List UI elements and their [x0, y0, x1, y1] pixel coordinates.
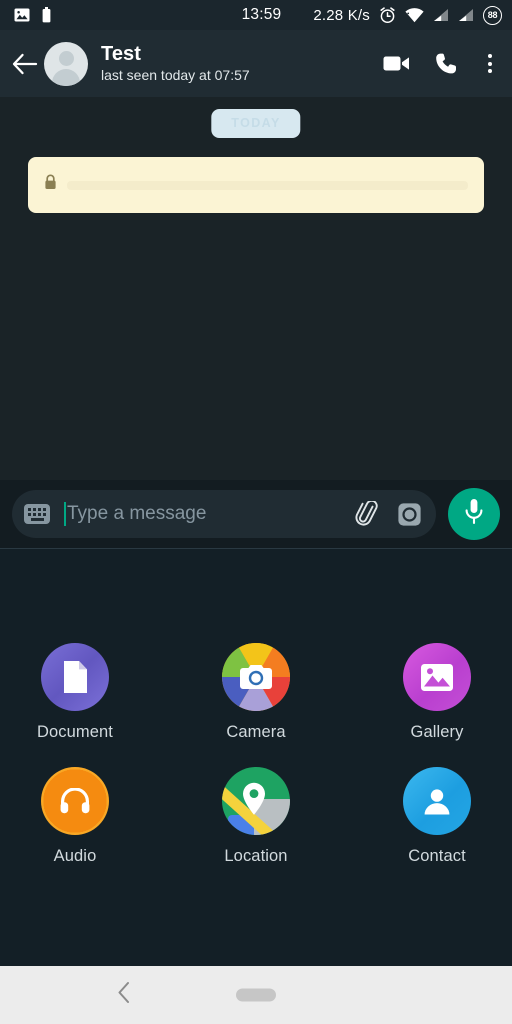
whatsapp-chat-screen: @WABetaInfo @WABetaInfo @WABetaInfo 13:5…	[0, 0, 512, 1024]
message-input-bar: Type a message	[0, 480, 512, 548]
attachment-grid: Document Camera Gallery Audio Location C…	[0, 643, 512, 866]
attachment-label: Contact	[408, 847, 466, 865]
attachment-label: Camera	[226, 723, 286, 741]
encryption-notice-text	[67, 180, 468, 190]
overflow-menu-icon[interactable]	[482, 50, 498, 77]
attachment-option-gallery[interactable]: Gallery	[386, 643, 488, 742]
system-navigation-bar	[0, 966, 512, 1024]
attachment-row: Document Camera Gallery	[0, 643, 512, 742]
attachment-label: Location	[224, 847, 288, 865]
avatar-body	[52, 68, 80, 86]
phone-call-icon[interactable]	[435, 52, 458, 75]
attachment-row: Audio Location Contact	[0, 767, 512, 866]
nav-back-icon[interactable]	[117, 982, 131, 1009]
contact-last-seen: last seen today at 07:57	[101, 67, 250, 83]
home-pill-indicator[interactable]	[236, 988, 276, 1002]
lock-icon	[44, 174, 57, 195]
attachment-label: Document	[36, 723, 113, 741]
battery-saver-icon	[42, 7, 51, 23]
network-speed: 2.28 K/s	[313, 6, 370, 24]
contact-person-icon	[403, 767, 471, 835]
attachment-option-document[interactable]: Document	[24, 643, 126, 742]
status-bar-left	[14, 7, 51, 23]
attachment-option-contact[interactable]: Contact	[386, 767, 488, 866]
contact-name: Test	[101, 43, 142, 65]
date-divider-chip: TODAY	[211, 109, 301, 138]
avatar[interactable]	[44, 41, 88, 86]
signal-icon-1	[433, 8, 449, 22]
text-cursor	[64, 502, 66, 526]
contact-info[interactable]: Test last seen today at 07:57	[101, 43, 375, 84]
gallery-icon	[403, 643, 471, 711]
message-input[interactable]: Type a message	[67, 503, 355, 525]
paperclip-icon[interactable]	[355, 501, 381, 527]
voice-record-button[interactable]	[448, 488, 500, 540]
avatar-head	[58, 50, 74, 66]
header-actions	[383, 50, 498, 77]
attachment-option-location[interactable]: Location	[205, 767, 307, 866]
attachment-label: Gallery	[410, 723, 464, 741]
compose-field-container[interactable]: Type a message	[12, 490, 436, 538]
panel-divider	[0, 548, 512, 549]
keyboard-icon[interactable]	[24, 504, 50, 524]
attachment-label: Audio	[53, 847, 97, 865]
alarm-icon	[379, 6, 396, 24]
encryption-notice-banner[interactable]	[28, 157, 484, 213]
back-arrow-icon[interactable]	[8, 47, 42, 81]
status-bar: 13:59 2.28 K/s 88	[0, 0, 512, 30]
camera-icon[interactable]	[397, 502, 422, 527]
attachment-panel: Document Camera Gallery Audio Location C…	[0, 549, 512, 966]
signal-icon-2	[458, 8, 474, 22]
video-call-icon[interactable]	[383, 54, 411, 73]
wifi-icon	[405, 7, 424, 23]
image-icon	[14, 8, 30, 23]
camera-icon	[222, 643, 290, 711]
chat-header: Test last seen today at 07:57	[0, 30, 512, 97]
status-time: 13:59	[241, 6, 282, 23]
attachment-option-audio[interactable]: Audio	[24, 767, 126, 866]
attachment-option-camera[interactable]: Camera	[205, 643, 307, 742]
document-icon	[41, 643, 109, 711]
chat-message-area: TODAY	[0, 97, 512, 480]
battery-percent-badge: 88	[483, 5, 502, 25]
headphones-icon	[41, 767, 109, 835]
status-bar-right: 13:59 2.28 K/s 88	[241, 5, 502, 25]
location-pin-icon	[222, 767, 290, 835]
microphone-icon	[464, 498, 484, 530]
